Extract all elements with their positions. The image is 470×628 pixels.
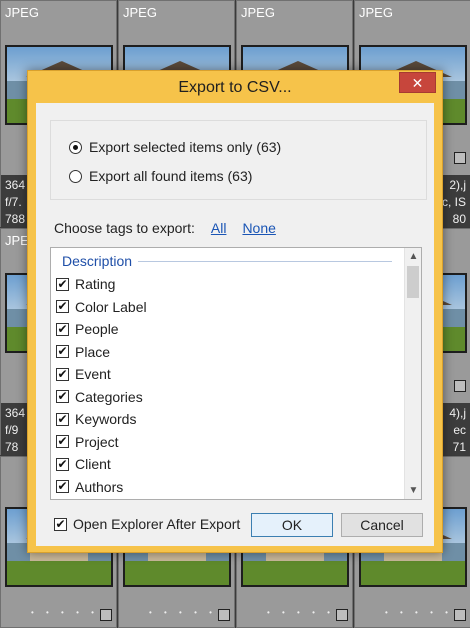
checkbox-checked[interactable]: ✔: [56, 276, 69, 291]
checkbox-checked[interactable]: ✔: [56, 480, 69, 493]
select-checkbox[interactable]: [454, 152, 466, 164]
check-icon: ✔: [57, 344, 68, 358]
rating-dots: • • • • •: [267, 608, 335, 617]
tag-item-categories[interactable]: ✔ Categories: [56, 387, 143, 407]
close-button[interactable]: ✕: [399, 72, 436, 93]
open-explorer-checkbox[interactable]: ✔: [54, 516, 67, 531]
dialog-body: Export selected items only (63) Export a…: [36, 103, 434, 546]
radio-export-selected-label: Export selected items only (63): [89, 139, 282, 155]
export-scope-group: Export selected items only (63) Export a…: [50, 120, 427, 200]
open-explorer-label: Open Explorer After Export: [73, 516, 241, 532]
tag-label: Authors: [75, 478, 124, 495]
choose-tags-row: Choose tags to export: All None: [54, 219, 276, 237]
checkbox-checked[interactable]: ✔: [56, 411, 69, 426]
tag-label: Keywords: [75, 411, 137, 427]
radio-export-all[interactable]: Export all found items (63): [69, 166, 252, 186]
radio-export-all-label: Export all found items (63): [89, 168, 253, 184]
scroll-thumb[interactable]: [407, 266, 419, 298]
radio-button-selected[interactable]: [69, 140, 82, 154]
checkbox-checked[interactable]: ✔: [56, 435, 69, 448]
open-explorer-option[interactable]: ✔ Open Explorer After Export: [54, 514, 240, 534]
check-icon: ✔: [57, 321, 68, 336]
scroll-up-icon[interactable]: ▲: [405, 248, 421, 265]
dialog-titlebar[interactable]: Export to CSV... ✕: [28, 71, 442, 105]
checkbox-checked[interactable]: ✔: [56, 390, 69, 403]
tag-item-rating[interactable]: ✔ Rating: [56, 274, 115, 294]
tag-label: Place: [75, 343, 111, 360]
tag-item-color-label[interactable]: ✔ Color Label: [56, 297, 147, 317]
checkbox-checked[interactable]: ✔: [56, 300, 69, 313]
rating-dots: • • • • •: [385, 608, 453, 617]
select-checkbox[interactable]: [336, 609, 348, 621]
export-csv-dialog: Export to CSV... ✕ Export selected items…: [27, 70, 443, 553]
format-label: JPEG: [5, 5, 39, 20]
checkbox-checked[interactable]: ✔: [56, 321, 69, 336]
select-checkbox[interactable]: [454, 380, 466, 392]
select-checkbox[interactable]: [100, 609, 112, 621]
tag-label: Event: [75, 366, 111, 382]
tag-item-event[interactable]: ✔ Event: [56, 364, 111, 384]
check-icon: ✔: [57, 299, 68, 313]
check-icon: ✔: [57, 479, 68, 493]
check-icon: ✔: [57, 366, 68, 381]
tag-item-authors[interactable]: ✔ Authors: [56, 477, 123, 497]
close-icon: ✕: [411, 75, 424, 91]
tag-item-place[interactable]: ✔ Place: [56, 342, 110, 362]
check-icon: ✔: [57, 411, 68, 426]
select-all-link[interactable]: All: [211, 220, 227, 236]
radio-button[interactable]: [69, 169, 82, 183]
format-label: JPEG: [359, 5, 393, 20]
rating-dots: • • • • •: [149, 608, 217, 617]
tag-item-people[interactable]: ✔ People: [56, 319, 119, 339]
check-icon: ✔: [57, 434, 68, 448]
format-label: JPEG: [241, 5, 275, 20]
vertical-scrollbar[interactable]: ▲ ▼: [404, 248, 421, 499]
tag-label: Rating: [75, 276, 116, 292]
dialog-title: Export to CSV...: [178, 79, 292, 96]
select-checkbox[interactable]: [454, 609, 466, 621]
group-title: Description: [62, 253, 133, 269]
check-icon: ✔: [57, 389, 68, 403]
check-icon: ✔: [57, 456, 68, 471]
tag-label: Categories: [75, 388, 143, 405]
checkbox-checked[interactable]: ✔: [56, 366, 69, 381]
format-label: JPEG: [123, 5, 157, 20]
tag-label: Project: [75, 433, 119, 450]
select-none-link[interactable]: None: [242, 220, 275, 236]
radio-export-selected[interactable]: Export selected items only (63): [69, 137, 281, 157]
rating-dots: • • • • •: [31, 608, 99, 617]
checkbox-checked[interactable]: ✔: [56, 345, 69, 358]
select-checkbox[interactable]: [218, 609, 230, 621]
check-icon: ✔: [55, 516, 66, 531]
ok-button[interactable]: OK: [251, 513, 333, 537]
checkbox-checked[interactable]: ✔: [56, 456, 69, 471]
group-divider: [138, 260, 392, 262]
tag-item-client[interactable]: ✔ Client: [56, 454, 111, 474]
tag-item-keywords[interactable]: ✔ Keywords: [56, 409, 136, 429]
choose-tags-label: Choose tags to export:: [54, 220, 195, 236]
tag-label: Client: [75, 456, 111, 472]
check-icon: ✔: [57, 276, 68, 291]
scroll-down-icon[interactable]: ▼: [405, 482, 421, 499]
cancel-button[interactable]: Cancel: [341, 513, 423, 537]
tag-list[interactable]: Description ✔ Rating ✔ Color Label ✔ Peo…: [50, 247, 422, 500]
group-header-description: Description: [62, 252, 392, 270]
tag-label: Color Label: [75, 298, 147, 315]
tag-label: People: [75, 321, 119, 337]
tag-item-project[interactable]: ✔ Project: [56, 432, 119, 452]
